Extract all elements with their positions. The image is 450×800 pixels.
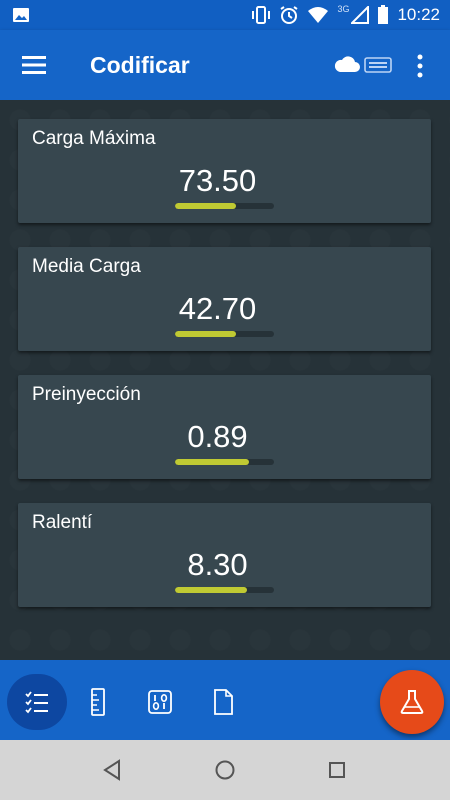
card-value: 0.89 xyxy=(187,419,248,454)
network-type: 3G xyxy=(337,4,350,14)
level-bar xyxy=(175,587,274,593)
alarm-icon xyxy=(280,6,298,24)
card-label: Media Carga xyxy=(32,256,141,277)
vibrate-icon xyxy=(252,6,271,24)
back-button[interactable] xyxy=(97,758,127,782)
obd-adapter-icon[interactable] xyxy=(364,57,392,73)
flask-icon xyxy=(400,690,424,714)
card-carga-maxima[interactable]: Carga Máxima 73.50 xyxy=(18,119,431,223)
home-icon xyxy=(215,760,235,780)
card-preinyeccion[interactable]: Preinyección 0.89 xyxy=(18,375,431,479)
status-bar: 3G 10:22 xyxy=(0,0,450,30)
app-bar: Codificar xyxy=(0,30,450,100)
binary-icon xyxy=(148,690,172,714)
home-button[interactable] xyxy=(210,758,240,782)
more-vert-icon[interactable] xyxy=(410,52,430,80)
level-bar xyxy=(175,459,274,465)
image-icon xyxy=(13,8,29,22)
checklist-icon xyxy=(25,691,48,714)
wifi-icon xyxy=(308,7,329,23)
nav-checklist[interactable] xyxy=(7,674,67,730)
card-value: 73.50 xyxy=(178,163,257,198)
level-bar xyxy=(175,203,274,209)
card-label: Carga Máxima xyxy=(32,128,156,149)
cloud-icon[interactable] xyxy=(334,55,360,73)
nav-ruler[interactable] xyxy=(68,674,128,730)
recents-icon xyxy=(329,762,345,778)
level-bar-fill xyxy=(175,331,237,337)
battery-icon xyxy=(378,5,389,24)
content-area: Carga Máxima 73.50 Media Carga 42.70 Pre… xyxy=(0,100,450,660)
status-time: 10:22 xyxy=(397,5,440,24)
level-bar-fill xyxy=(175,459,250,465)
system-navigation xyxy=(0,740,450,800)
card-media-carga[interactable]: Media Carga 42.70 xyxy=(18,247,431,351)
page-title: Codificar xyxy=(90,52,190,78)
flask-fab-button[interactable] xyxy=(380,670,444,734)
card-label: Preinyección xyxy=(32,384,141,405)
document-icon xyxy=(214,689,233,715)
card-ralenti[interactable]: Ralentí 8.30 xyxy=(18,503,431,607)
nav-document[interactable] xyxy=(193,674,253,730)
ruler-icon xyxy=(91,688,105,716)
back-icon xyxy=(103,759,120,781)
level-bar xyxy=(175,331,274,337)
card-value: 42.70 xyxy=(178,291,257,326)
signal-icon xyxy=(351,6,370,24)
level-bar-fill xyxy=(175,587,248,593)
menu-icon[interactable] xyxy=(20,54,48,76)
recents-button[interactable] xyxy=(322,758,352,782)
nav-binary[interactable] xyxy=(130,674,190,730)
level-bar-fill xyxy=(175,203,237,209)
card-value: 8.30 xyxy=(187,547,248,582)
card-label: Ralentí xyxy=(32,512,93,533)
